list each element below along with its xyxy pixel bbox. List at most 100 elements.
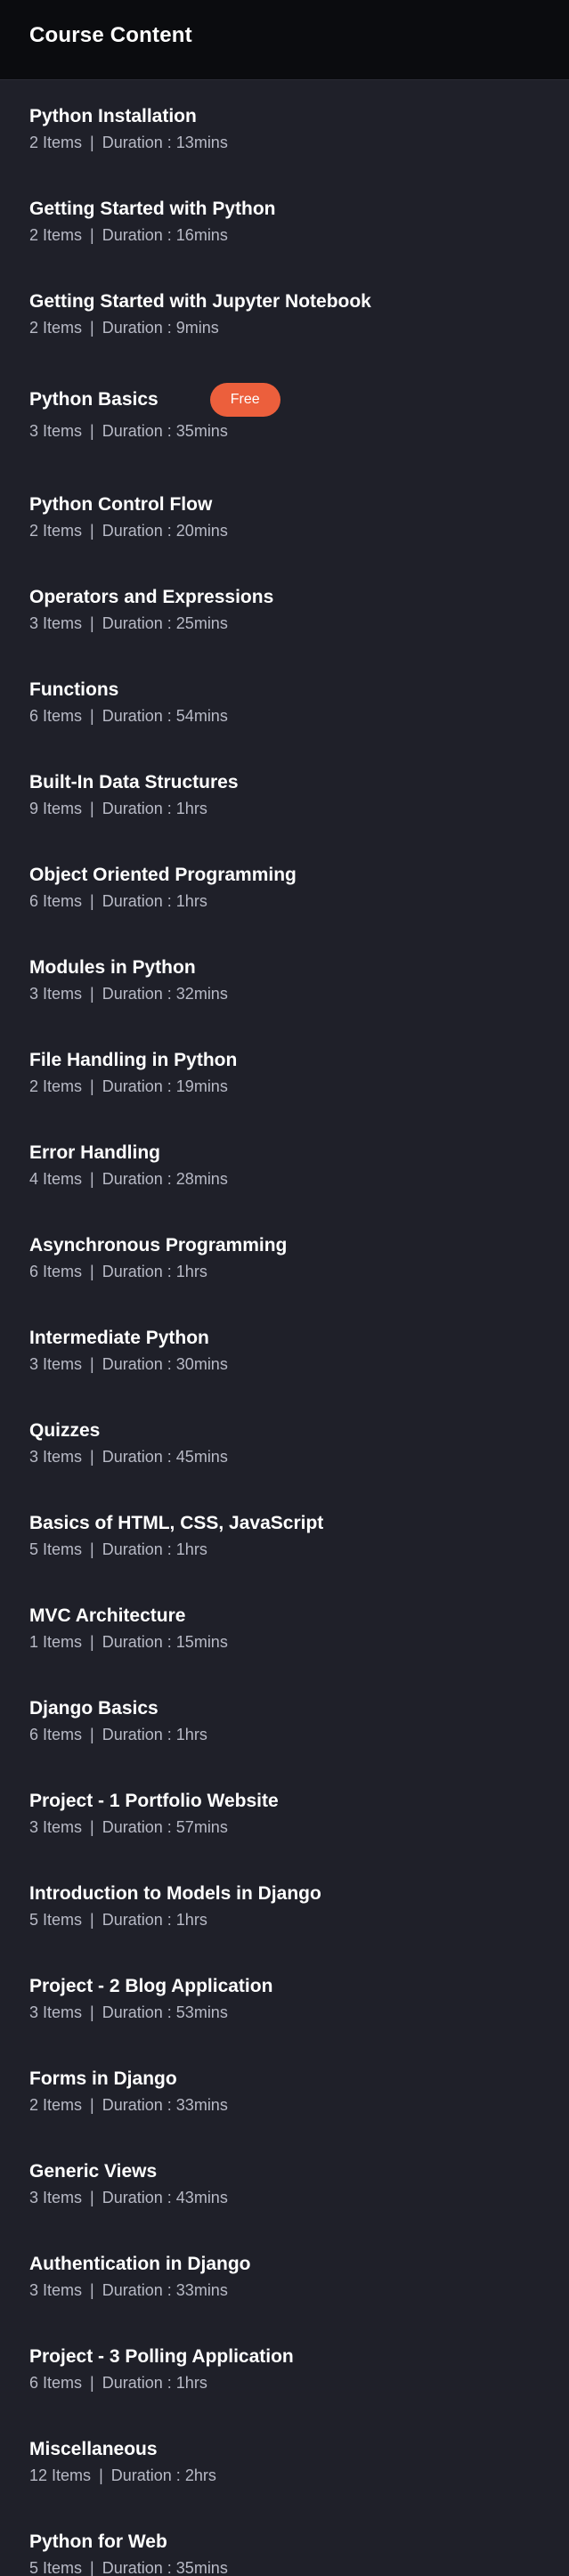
duration-label: Duration : (102, 1355, 172, 1373)
section-title-row: Operators and Expressions (29, 586, 540, 609)
course-section-item[interactable]: Python Control Flow 2 Items | Duration : 20… (0, 468, 569, 561)
section-title: Python Control Flow (29, 494, 213, 515)
meta-separator: | (90, 1818, 94, 1836)
section-title-row: Built-In Data Structures (29, 771, 540, 794)
course-section-item[interactable]: Getting Started with Jupyter Notebook 2 I… (0, 265, 569, 358)
duration-label: Duration : (102, 707, 172, 725)
section-title-row: Python Control Flow (29, 493, 540, 516)
meta-separator: | (90, 2096, 94, 2114)
meta-separator: | (90, 2003, 94, 2021)
items-label: Items (43, 800, 83, 817)
course-section-item[interactable]: Built-In Data Structures 9 Items | Duration… (0, 746, 569, 839)
item-count: 3 (29, 614, 39, 632)
duration-label: Duration : (102, 2559, 172, 2576)
course-section-item[interactable]: Authentication in Django 3 Items | Duration… (0, 2228, 569, 2320)
meta-separator: | (90, 226, 94, 244)
course-section-item[interactable]: Project - 1 Portfolio Website 3 Items | Dur… (0, 1765, 569, 1857)
duration-label: Duration : (102, 985, 172, 1003)
item-count: 6 (29, 2374, 39, 2392)
item-count: 3 (29, 422, 39, 440)
items-label: Items (43, 1263, 83, 1280)
duration-value: 15mins (175, 1633, 228, 1651)
duration-value: 53mins (175, 2003, 228, 2021)
course-section-item[interactable]: Python for Web 5 Items | Duration : 35mins (0, 2506, 569, 2576)
course-section-item[interactable]: MVC Architecture 1 Items | Duration : 15min… (0, 1580, 569, 1672)
course-section-item[interactable]: Python Basics Free 3 Items | Duration : 35mi… (0, 358, 569, 468)
course-section-item[interactable]: Object Oriented Programming 6 Items | Durat… (0, 839, 569, 931)
course-section-item[interactable]: Quizzes 3 Items | Duration : 45mins (0, 1394, 569, 1487)
section-meta: 3 Items | Duration : 57mins (29, 1818, 540, 1837)
meta-separator: | (90, 1911, 94, 1929)
section-meta: 6 Items | Duration : 1hrs (29, 892, 540, 911)
section-meta: 3 Items | Duration : 35mins (29, 422, 540, 441)
course-section-item[interactable]: Generic Views 3 Items | Duration : 43mins (0, 2135, 569, 2228)
meta-separator: | (90, 985, 94, 1003)
course-section-item[interactable]: Modules in Python 3 Items | Duration : 32mi… (0, 931, 569, 1024)
item-count: 5 (29, 1911, 39, 1929)
course-section-item[interactable]: Intermediate Python 3 Items | Duration : 30… (0, 1302, 569, 1394)
meta-separator: | (90, 1448, 94, 1466)
items-label: Items (43, 422, 83, 440)
course-section-item[interactable]: Python Installation 2 Items | Duration : 13… (0, 80, 569, 173)
section-title-row: Project - 1 Portfolio Website (29, 1790, 540, 1813)
meta-separator: | (90, 1170, 94, 1188)
duration-label: Duration : (102, 1911, 172, 1929)
duration-value: 28mins (175, 1170, 228, 1188)
duration-value: 1hrs (175, 800, 207, 817)
section-title-row: Project - 3 Polling Application (29, 2345, 540, 2369)
section-meta: 4 Items | Duration : 28mins (29, 1170, 540, 1189)
items-label: Items (43, 892, 83, 910)
course-section-item[interactable]: Forms in Django 2 Items | Duration : 33mins (0, 2043, 569, 2135)
items-label: Items (43, 522, 83, 540)
course-section-item[interactable]: Project - 2 Blog Application 3 Items | Dura… (0, 1950, 569, 2043)
section-title: Operators and Expressions (29, 587, 274, 607)
course-section-item[interactable]: Basics of HTML, CSS, JavaScript 5 Items | D… (0, 1487, 569, 1580)
course-section-item[interactable]: Operators and Expressions 3 Items | Duratio… (0, 561, 569, 654)
course-section-item[interactable]: File Handling in Python 2 Items | Duration … (0, 1024, 569, 1117)
items-label: Items (43, 226, 83, 244)
course-section-item[interactable]: Asynchronous Programming 6 Items | Duration… (0, 1209, 569, 1302)
item-count: 2 (29, 522, 39, 540)
duration-value: 35mins (175, 2559, 228, 2576)
section-title-row: MVC Architecture (29, 1605, 540, 1628)
section-title-row: Getting Started with Python (29, 198, 540, 221)
meta-separator: | (90, 2374, 94, 2392)
section-title: Forms in Django (29, 2068, 177, 2089)
section-meta: 12 Items | Duration : 2hrs (29, 2466, 540, 2485)
duration-label: Duration : (102, 1077, 172, 1095)
meta-separator: | (90, 800, 94, 817)
items-label: Items (43, 2374, 83, 2392)
item-count: 6 (29, 1726, 39, 1743)
section-meta: 2 Items | Duration : 13mins (29, 134, 540, 152)
section-meta: 6 Items | Duration : 1hrs (29, 1726, 540, 1744)
section-meta: 6 Items | Duration : 1hrs (29, 2374, 540, 2393)
section-title-row: Authentication in Django (29, 2253, 540, 2276)
course-section-item[interactable]: Django Basics 6 Items | Duration : 1hrs (0, 1672, 569, 1765)
duration-value: 54mins (175, 707, 228, 725)
meta-separator: | (90, 422, 94, 440)
duration-label: Duration : (102, 134, 172, 151)
course-section-item[interactable]: Project - 3 Polling Application 6 Items | D… (0, 2320, 569, 2413)
course-section-item[interactable]: Getting Started with Python 2 Items | Durat… (0, 173, 569, 265)
section-title-row: Getting Started with Jupyter Notebook (29, 290, 540, 313)
items-label: Items (43, 1818, 83, 1836)
section-meta: 2 Items | Duration : 16mins (29, 226, 540, 245)
section-meta: 9 Items | Duration : 1hrs (29, 800, 540, 818)
section-meta: 6 Items | Duration : 54mins (29, 707, 540, 726)
duration-value: 30mins (175, 1355, 228, 1373)
duration-value: 19mins (175, 1077, 228, 1095)
section-title-row: Object Oriented Programming (29, 864, 540, 887)
meta-separator: | (90, 614, 94, 632)
section-title-row: Miscellaneous (29, 2438, 540, 2461)
section-title: Built-In Data Structures (29, 772, 239, 792)
item-count: 3 (29, 1355, 39, 1373)
course-section-item[interactable]: Introduction to Models in Django 5 Items |… (0, 1857, 569, 1950)
section-title: Quizzes (29, 1420, 101, 1441)
course-section-item[interactable]: Miscellaneous 12 Items | Duration : 2hrs (0, 2413, 569, 2506)
course-section-item[interactable]: Error Handling 4 Items | Duration : 28mins (0, 1117, 569, 1209)
item-count: 3 (29, 2281, 39, 2299)
course-section-item[interactable]: Functions 6 Items | Duration : 54mins (0, 654, 569, 746)
duration-value: 1hrs (175, 1263, 207, 1280)
duration-value: 1hrs (175, 2374, 207, 2392)
item-count: 2 (29, 2096, 39, 2114)
